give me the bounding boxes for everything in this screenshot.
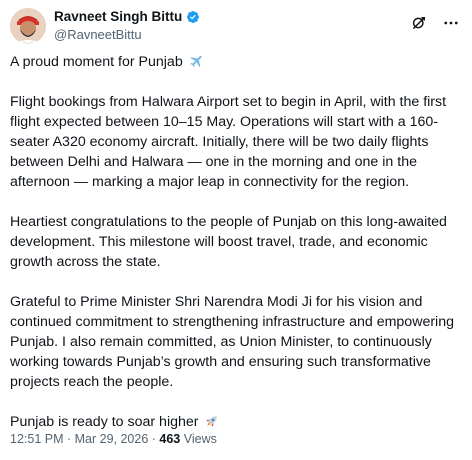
meta-separator: · [148, 432, 160, 446]
grok-icon[interactable] [410, 14, 428, 32]
tweet-date: Mar 29, 2026 [74, 432, 149, 446]
tweet-header: Ravneet Singh Bittu @RavneetBittu [10, 6, 462, 46]
header-actions [410, 14, 460, 32]
tweet-paragraph-2: Heartiest congratulations to the people … [10, 214, 447, 270]
tweet-line-intro: A proud moment for Punjab [10, 52, 462, 72]
views-label: Views [180, 432, 217, 446]
display-name-row: Ravneet Singh Bittu [54, 8, 200, 26]
airplane-emoji-icon [189, 53, 205, 69]
author-names: Ravneet Singh Bittu @RavneetBittu [54, 8, 200, 44]
tweet-text: A proud moment for Punjab Flight booking… [10, 52, 462, 452]
verified-badge-icon [186, 10, 200, 24]
avatar-image [10, 8, 46, 44]
more-options-icon[interactable] [442, 14, 460, 32]
tweet-meta: 12:51 PM · Mar 29, 2026 · 463 Views [10, 430, 217, 448]
rocket-emoji-icon [204, 413, 220, 429]
intro-text: A proud moment for Punjab [10, 54, 183, 70]
views-count[interactable]: 463 [159, 432, 180, 446]
tweet-paragraph-3: Grateful to Prime Minister Shri Narendra… [10, 294, 454, 390]
tweet-time: 12:51 PM [10, 432, 64, 446]
meta-separator: · [63, 432, 75, 446]
tweet-timestamp-link[interactable]: 12:51 PM · Mar 29, 2026 [10, 432, 148, 446]
tweet-closing: Punjab is ready to soar higher [10, 412, 462, 432]
display-name[interactable]: Ravneet Singh Bittu [54, 8, 182, 26]
closing-text: Punjab is ready to soar higher [10, 414, 199, 430]
tweet-paragraph-1: Flight bookings from Halwara Airport set… [10, 94, 447, 190]
tweet-card: Ravneet Singh Bittu @RavneetBittu A prou… [0, 0, 472, 460]
avatar[interactable] [10, 8, 46, 44]
author-handle[interactable]: @RavneetBittu [54, 26, 200, 44]
